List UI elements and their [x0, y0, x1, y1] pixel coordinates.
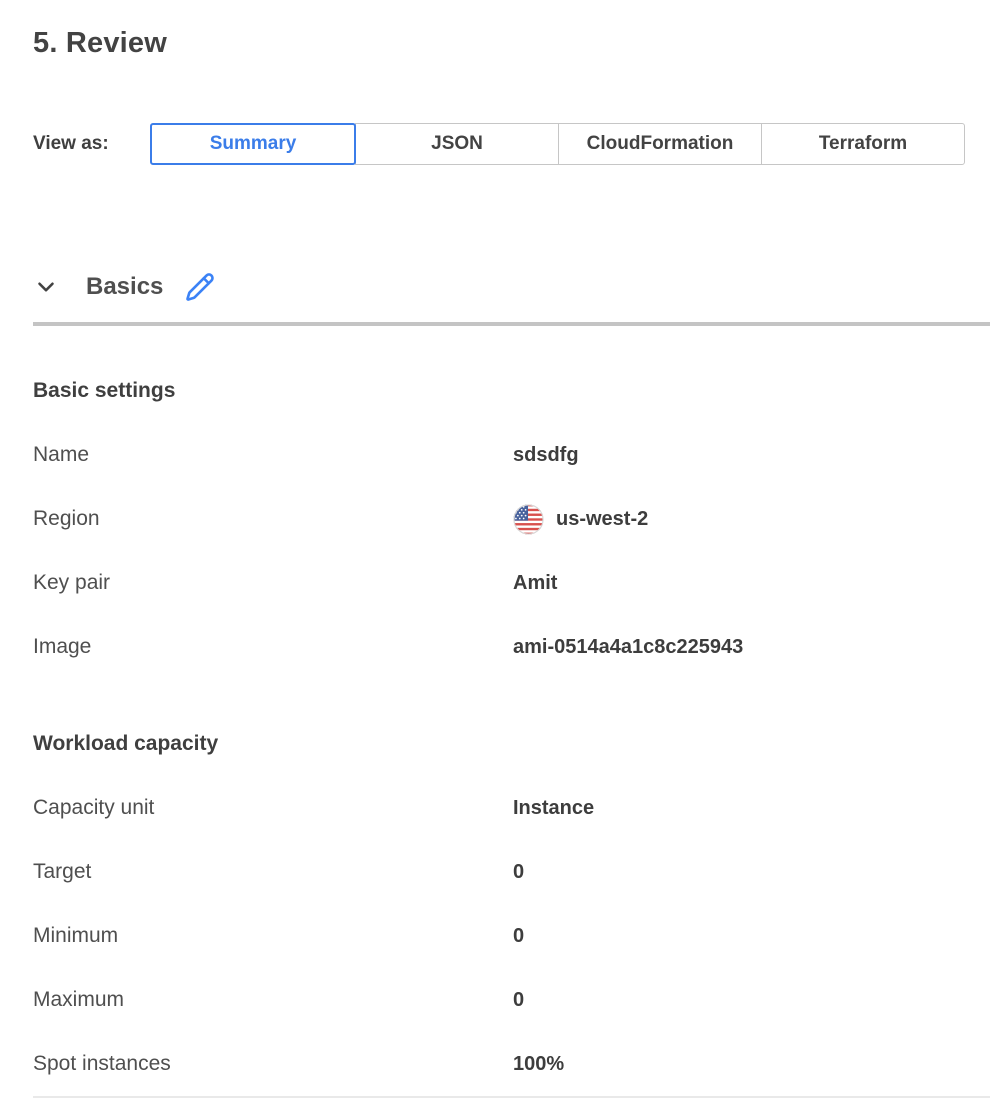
- row-label: Target: [33, 860, 513, 884]
- summary-row-keypair: Key pair Amit: [33, 551, 965, 615]
- summary-row-target: Target 0: [33, 840, 965, 904]
- edit-basics-pencil-icon[interactable]: [185, 272, 215, 302]
- row-value: 0: [513, 861, 524, 884]
- region-value-text: us-west-2: [556, 508, 648, 531]
- row-value: ami-0514a4a1c8c225943: [513, 636, 743, 659]
- row-value: 0: [513, 989, 524, 1012]
- view-as-json-button[interactable]: JSON: [355, 123, 559, 165]
- summary-row-capacity-unit: Capacity unit Instance: [33, 776, 965, 840]
- row-label: Image: [33, 635, 513, 659]
- row-value: 0: [513, 925, 524, 948]
- row-value: us-west-2: [513, 504, 648, 535]
- summary-row-maximum: Maximum 0: [33, 968, 965, 1032]
- basics-section-header[interactable]: Basics: [33, 270, 965, 304]
- summary-row-minimum: Minimum 0: [33, 904, 965, 968]
- basic-settings-rows: Name sdsdfg Region: [33, 423, 965, 679]
- workload-capacity-rows: Capacity unit Instance Target 0 Minimum …: [33, 776, 965, 1096]
- view-as-terraform-button[interactable]: Terraform: [761, 123, 965, 165]
- view-as-summary-button[interactable]: Summary: [150, 123, 356, 165]
- basics-section-title: Basics: [86, 273, 163, 301]
- view-as-cloudformation-button[interactable]: CloudFormation: [558, 123, 762, 165]
- row-label: Name: [33, 443, 513, 467]
- row-label: Capacity unit: [33, 796, 513, 820]
- summary-row-image: Image ami-0514a4a1c8c225943: [33, 615, 965, 679]
- us-flag-icon: [513, 504, 544, 535]
- chevron-down-icon[interactable]: [33, 274, 59, 300]
- view-as-label: View as:: [33, 133, 150, 155]
- basic-settings-heading: Basic settings: [33, 378, 965, 404]
- row-label: Key pair: [33, 571, 513, 595]
- summary-row-region: Region: [33, 487, 965, 551]
- row-label: Region: [33, 507, 513, 531]
- review-step-page: 5. Review View as: Summary JSON CloudFor…: [0, 0, 990, 1098]
- row-value: 100%: [513, 1053, 564, 1076]
- summary-row-name: Name sdsdfg: [33, 423, 965, 487]
- row-value: sdsdfg: [513, 444, 579, 467]
- workload-capacity-heading: Workload capacity: [33, 731, 965, 757]
- summary-row-spot-instances: Spot instances 100%: [33, 1032, 965, 1096]
- row-value: Amit: [513, 572, 557, 595]
- row-value: Instance: [513, 797, 594, 820]
- page-title: 5. Review: [33, 26, 965, 60]
- view-as-row: View as: Summary JSON CloudFormation Ter…: [33, 123, 965, 165]
- row-label: Minimum: [33, 924, 513, 948]
- view-as-button-group: Summary JSON CloudFormation Terraform: [150, 123, 965, 165]
- row-label: Maximum: [33, 988, 513, 1012]
- section-divider: [33, 322, 990, 326]
- row-label: Spot instances: [33, 1052, 513, 1076]
